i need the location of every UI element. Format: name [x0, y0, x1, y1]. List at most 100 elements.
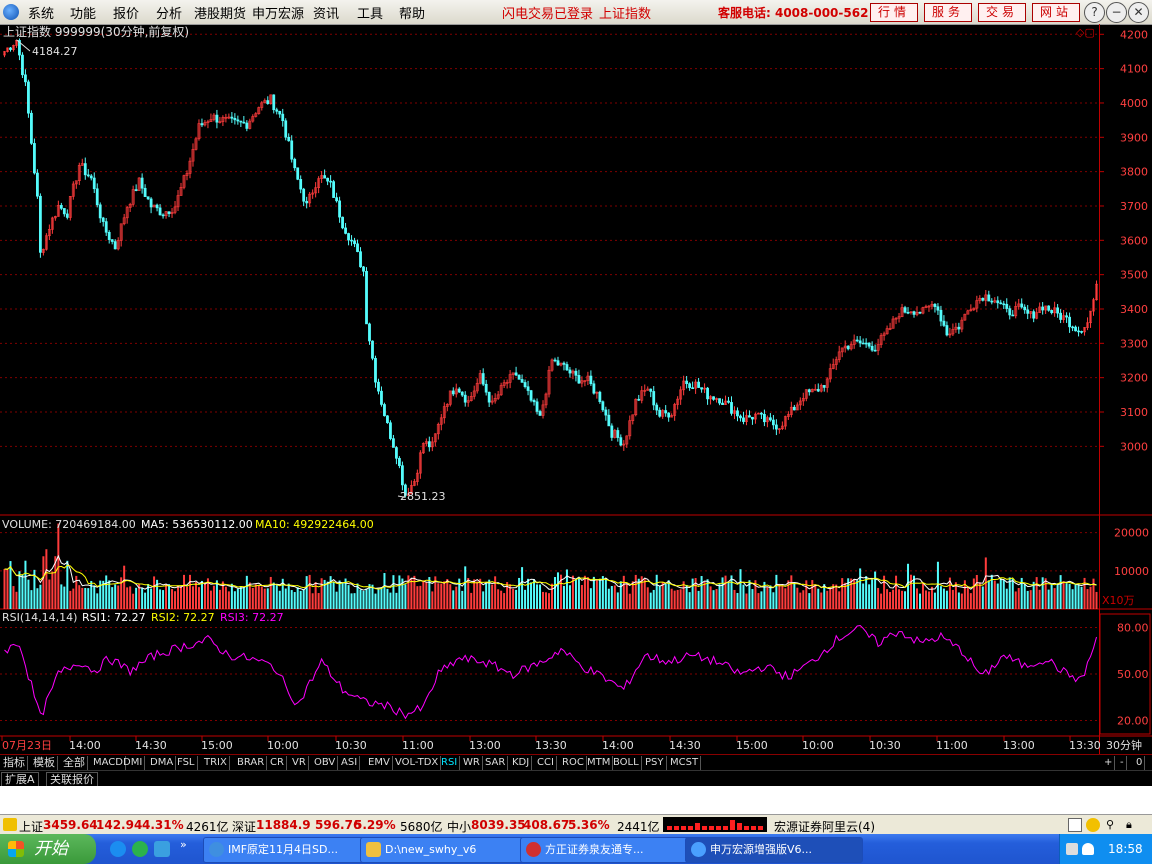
volume-bar: [129, 586, 132, 609]
keyboard-icon[interactable]: [1068, 818, 1082, 832]
price-candle-body: [610, 425, 614, 438]
tab-obv[interactable]: OBV: [312, 756, 339, 770]
price-tick-label: 4200: [1120, 28, 1148, 41]
tab-cr[interactable]: CR: [268, 756, 287, 770]
tab-rsi[interactable]: RSI: [439, 756, 461, 770]
menu-swhy[interactable]: 申万宏源: [252, 3, 304, 22]
menu-system[interactable]: 系统: [28, 3, 54, 22]
price-candle-body: [287, 136, 291, 142]
tab-cci[interactable]: CCI: [535, 756, 557, 770]
task-swhy-window[interactable]: 申万宏源增强版V6...: [685, 837, 863, 863]
period-selector[interactable]: 30分钟: [1106, 738, 1142, 752]
price-candle-body: [574, 370, 578, 376]
tab-remove-button[interactable]: -: [1118, 756, 1127, 770]
tab-vol-tdx[interactable]: VOL-TDX: [393, 756, 442, 770]
volume-bar: [939, 586, 942, 609]
desktop-icon[interactable]: [154, 841, 170, 857]
minimize-icon[interactable]: −: [1106, 2, 1127, 23]
price-candle-body: [338, 200, 341, 218]
sh-change: 142.94: [96, 818, 143, 832]
quicklaunch-more-icon[interactable]: »: [180, 838, 187, 851]
task-founder-window[interactable]: 方正证券泉友通专...: [520, 837, 698, 863]
help-icon[interactable]: ?: [1084, 2, 1105, 23]
volume-bar: [838, 591, 841, 609]
volume-bar: [332, 582, 335, 609]
clock: 18:58: [1108, 842, 1143, 856]
menu-tools[interactable]: 工具: [357, 3, 383, 22]
volume-bar: [30, 590, 33, 609]
price-candle-body: [395, 447, 398, 459]
network-icon[interactable]: [1066, 843, 1078, 855]
price-tick-label: 3800: [1120, 166, 1148, 179]
tab-kdj[interactable]: KDJ: [510, 756, 533, 770]
market-button[interactable]: 行情: [870, 3, 918, 22]
tab-vr[interactable]: VR: [290, 756, 309, 770]
menu-hk-futures[interactable]: 港股期货: [194, 3, 246, 22]
tab-all[interactable]: 全部: [61, 756, 88, 770]
flash-trade-status[interactable]: 闪电交易已登录: [502, 3, 593, 22]
current-security-name[interactable]: 上证指数: [599, 3, 651, 22]
time-tick-label: 10:00: [802, 739, 834, 752]
volume-bar: [42, 556, 45, 609]
tab-trix[interactable]: TRIX: [202, 756, 230, 770]
price-candle-body: [867, 342, 871, 347]
menu-help[interactable]: 帮助: [399, 3, 425, 22]
ie-icon[interactable]: [110, 841, 126, 857]
tab-dmi[interactable]: DMI: [121, 756, 146, 770]
tab-dma[interactable]: DMA: [148, 756, 177, 770]
price-candle-body: [592, 383, 596, 394]
volume-bar: [371, 584, 374, 609]
tab-sar[interactable]: SAR: [483, 756, 509, 770]
kline-chart[interactable]: 4200 4100 4000 3900 3800 3700 3600 3500 3400 3300…: [0, 24, 1152, 754]
website-button[interactable]: 网站: [1032, 3, 1080, 22]
smile-icon[interactable]: [1086, 818, 1100, 832]
volume-bar: [63, 586, 66, 609]
tab-psy[interactable]: PSY: [643, 756, 667, 770]
broker-server[interactable]: 宏源证券阿里云(4): [774, 818, 875, 835]
menu-info[interactable]: 资讯: [313, 3, 339, 22]
tab-boll[interactable]: BOLL: [611, 756, 642, 770]
chart-option-icons[interactable]: ◇▢: [1076, 26, 1095, 39]
tab-asi[interactable]: ASI: [339, 756, 361, 770]
volume-bar: [778, 583, 781, 609]
low-price-label: 2851.23: [400, 490, 446, 503]
time-tick-label: 10:30: [869, 739, 901, 752]
tab-indicator[interactable]: 指标: [1, 756, 28, 770]
menu-analysis[interactable]: 分析: [156, 3, 182, 22]
price-candle-body: [742, 417, 745, 422]
task-folder-window[interactable]: D:\new_swhy_v6: [360, 837, 526, 863]
sh-value: 3459.64: [43, 818, 98, 832]
price-candle-body: [1023, 306, 1027, 311]
tab-wr[interactable]: WR: [461, 756, 483, 770]
shield-icon[interactable]: [1082, 843, 1094, 855]
volume-bar: [467, 578, 470, 609]
menu-quote[interactable]: 报价: [113, 3, 139, 22]
task-imf-window[interactable]: IMF原定11月4日SD...: [203, 837, 369, 863]
tab-template[interactable]: 模板: [31, 756, 58, 770]
tab-brar[interactable]: BRAR: [235, 756, 268, 770]
price-candle-body: [652, 391, 656, 406]
tab-emv[interactable]: EMV: [366, 756, 393, 770]
browser-icon[interactable]: [132, 841, 148, 857]
volume-bar: [542, 591, 545, 609]
close-icon[interactable]: ✕: [1128, 2, 1149, 23]
tab-mcst[interactable]: MCST: [668, 756, 702, 770]
tab-add-button[interactable]: +: [1102, 756, 1116, 770]
volume-bar: [874, 571, 877, 609]
app-logo-icon[interactable]: [3, 4, 19, 20]
tab-roc[interactable]: ROC: [560, 756, 587, 770]
tab-mtm[interactable]: MTM: [585, 756, 614, 770]
volume-bar: [1026, 590, 1029, 609]
volume-bar: [548, 593, 551, 609]
volume-bar: [685, 584, 688, 609]
trade-button[interactable]: 交易: [978, 3, 1026, 22]
rsi-line: [4, 624, 1097, 720]
tab-fsl[interactable]: FSL: [175, 756, 198, 770]
price-candle-body: [792, 406, 796, 411]
service-button[interactable]: 服务: [924, 3, 972, 22]
hotline: 客服电话: 4008-000-562: [718, 6, 869, 20]
volume-bar: [1035, 577, 1038, 609]
menu-function[interactable]: 功能: [70, 3, 96, 22]
start-button[interactable]: 开始: [0, 834, 96, 864]
tab-reset-button[interactable]: 0: [1134, 756, 1146, 770]
